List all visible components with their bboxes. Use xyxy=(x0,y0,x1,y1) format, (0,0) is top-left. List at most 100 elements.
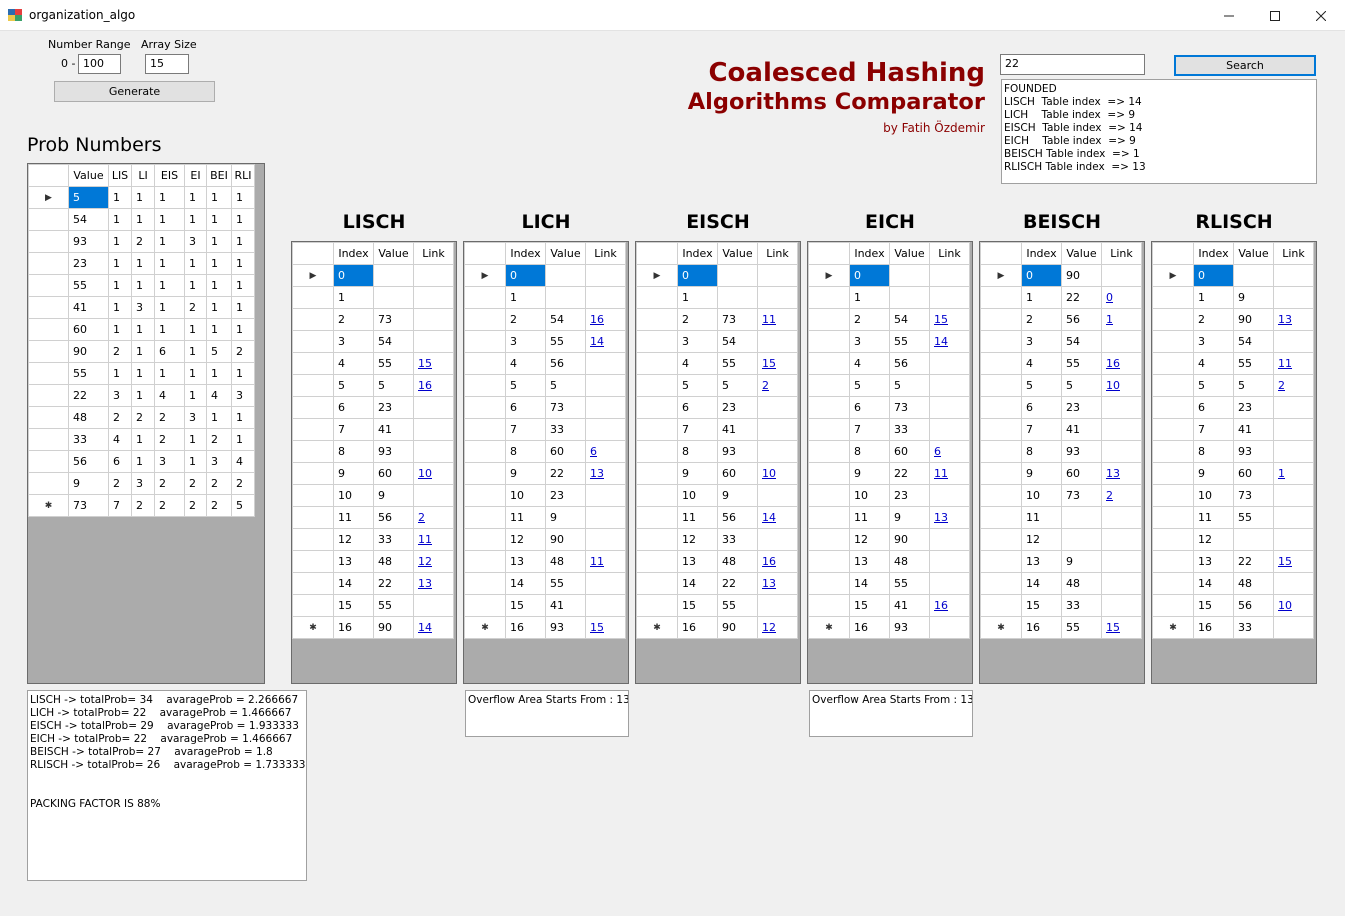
link-cell[interactable] xyxy=(585,374,626,397)
link-cell[interactable] xyxy=(413,308,454,331)
value-cell[interactable]: 73 xyxy=(545,396,586,419)
value-cell[interactable]: 60 xyxy=(373,462,414,485)
table-row[interactable]: 11 9 13 xyxy=(808,506,970,529)
row-header[interactable] xyxy=(464,374,506,397)
row-header[interactable] xyxy=(464,396,506,419)
row-header[interactable] xyxy=(28,252,69,275)
link-cell[interactable]: 10 xyxy=(757,462,798,485)
grid-cell[interactable]: 3 xyxy=(108,384,132,407)
index-cell[interactable]: 0 xyxy=(849,264,890,287)
row-header[interactable] xyxy=(808,550,850,573)
value-cell[interactable]: 73 xyxy=(373,308,414,331)
table-row[interactable]: 22 3 1 4 1 4 3 xyxy=(28,384,255,407)
table-row[interactable]: ✱ 16 93 xyxy=(808,616,970,639)
link-cell[interactable]: 16 xyxy=(585,308,626,331)
table-row[interactable]: 12 33 xyxy=(636,528,798,551)
table-row[interactable]: 9 60 1 xyxy=(1152,462,1314,485)
hash-table-lich[interactable]: Index Value Link ▶ 0 1 2 54 16 3 55 14 4 56 5 5 6 73 7 33 8 6… xyxy=(463,241,629,684)
value-cell[interactable]: 9 xyxy=(545,506,586,529)
grid-cell[interactable]: 1 xyxy=(231,208,255,231)
table-row[interactable]: 2 56 1 xyxy=(980,308,1142,331)
value-cell[interactable]: 73 xyxy=(1061,484,1102,507)
index-cell[interactable]: 12 xyxy=(849,528,890,551)
grid-cell[interactable]: 4 xyxy=(206,384,232,407)
index-cell[interactable]: 5 xyxy=(849,374,890,397)
value-cell[interactable] xyxy=(1061,506,1102,529)
value-cell[interactable]: 73 xyxy=(1233,484,1274,507)
table-row[interactable]: 1 xyxy=(292,286,454,309)
value-cell[interactable]: 56 xyxy=(717,506,758,529)
grid-cell[interactable]: 1 xyxy=(184,252,207,275)
link-cell[interactable] xyxy=(1101,418,1142,441)
grid-cell[interactable]: 56 xyxy=(68,450,109,473)
column-header[interactable]: Index xyxy=(505,242,546,265)
value-cell[interactable]: 90 xyxy=(717,616,758,639)
value-cell[interactable]: 23 xyxy=(373,396,414,419)
index-cell[interactable]: 7 xyxy=(1021,418,1062,441)
index-cell[interactable]: 2 xyxy=(1021,308,1062,331)
grid-cell[interactable]: 33 xyxy=(68,428,109,451)
row-header[interactable] xyxy=(464,506,506,529)
row-header[interactable] xyxy=(636,506,678,529)
index-cell[interactable]: 0 xyxy=(1193,264,1234,287)
current-row-icon[interactable]: ▶ xyxy=(1152,264,1194,287)
link-cell[interactable] xyxy=(1101,594,1142,617)
index-cell[interactable]: 16 xyxy=(677,616,718,639)
table-row[interactable]: ✱ 16 33 xyxy=(1152,616,1314,639)
index-cell[interactable]: 6 xyxy=(505,396,546,419)
table-row[interactable]: 23 1 1 1 1 1 1 xyxy=(28,252,255,275)
value-cell[interactable]: 90 xyxy=(1233,308,1274,331)
table-row[interactable]: ▶ 0 xyxy=(1152,264,1314,287)
index-cell[interactable]: 15 xyxy=(849,594,890,617)
link-cell[interactable]: 6 xyxy=(929,440,970,463)
value-cell[interactable]: 5 xyxy=(1233,374,1274,397)
row-header[interactable] xyxy=(980,572,1022,595)
link-cell[interactable] xyxy=(413,330,454,353)
value-cell[interactable]: 22 xyxy=(889,462,930,485)
table-row[interactable]: 14 22 13 xyxy=(292,572,454,595)
index-cell[interactable]: 5 xyxy=(505,374,546,397)
value-cell[interactable] xyxy=(1233,528,1274,551)
link-cell[interactable] xyxy=(1101,572,1142,595)
index-cell[interactable]: 7 xyxy=(505,418,546,441)
link-cell[interactable]: 15 xyxy=(929,308,970,331)
value-cell[interactable]: 55 xyxy=(373,594,414,617)
table-row[interactable]: 7 33 xyxy=(464,418,626,441)
new-row-icon[interactable]: ✱ xyxy=(464,616,506,639)
table-row[interactable]: 4 55 15 xyxy=(292,352,454,375)
index-cell[interactable]: 1 xyxy=(849,286,890,309)
row-header[interactable] xyxy=(292,440,334,463)
table-row[interactable]: 9 22 11 xyxy=(808,462,970,485)
value-cell[interactable]: 93 xyxy=(1233,440,1274,463)
link-cell[interactable] xyxy=(585,264,626,287)
value-cell[interactable]: 41 xyxy=(1061,418,1102,441)
link-cell[interactable] xyxy=(929,352,970,375)
grid-cell[interactable]: 1 xyxy=(206,362,232,385)
index-cell[interactable]: 11 xyxy=(1193,506,1234,529)
link-cell[interactable] xyxy=(929,572,970,595)
link-cell[interactable]: 15 xyxy=(1273,550,1314,573)
link-cell[interactable]: 11 xyxy=(929,462,970,485)
link-cell[interactable] xyxy=(585,286,626,309)
index-cell[interactable]: 13 xyxy=(677,550,718,573)
hash-table-eich[interactable]: Index Value Link ▶ 0 1 2 54 15 3 55 14 4 56 5 5 6 73 7 33 8 6… xyxy=(807,241,973,684)
value-cell[interactable] xyxy=(1233,264,1274,287)
value-cell[interactable]: 54 xyxy=(717,330,758,353)
table-row[interactable]: 55 1 1 1 1 1 1 xyxy=(28,274,255,297)
table-row[interactable]: 60 1 1 1 1 1 1 xyxy=(28,318,255,341)
table-row[interactable]: 4 55 15 xyxy=(636,352,798,375)
link-cell[interactable] xyxy=(1101,440,1142,463)
link-cell[interactable]: 11 xyxy=(413,528,454,551)
row-header[interactable] xyxy=(808,594,850,617)
row-header[interactable] xyxy=(28,274,69,297)
table-row[interactable]: ✱ 16 93 15 xyxy=(464,616,626,639)
table-row[interactable]: 54 1 1 1 1 1 1 xyxy=(28,208,255,231)
table-row[interactable]: 93 1 2 1 3 1 1 xyxy=(28,230,255,253)
column-header[interactable]: Value xyxy=(373,242,414,265)
link-cell[interactable] xyxy=(413,264,454,287)
table-row[interactable]: 1 22 0 xyxy=(980,286,1142,309)
index-cell[interactable]: 9 xyxy=(1021,462,1062,485)
link-cell[interactable] xyxy=(929,528,970,551)
grid-cell[interactable]: 4 xyxy=(231,450,255,473)
value-cell[interactable] xyxy=(545,264,586,287)
